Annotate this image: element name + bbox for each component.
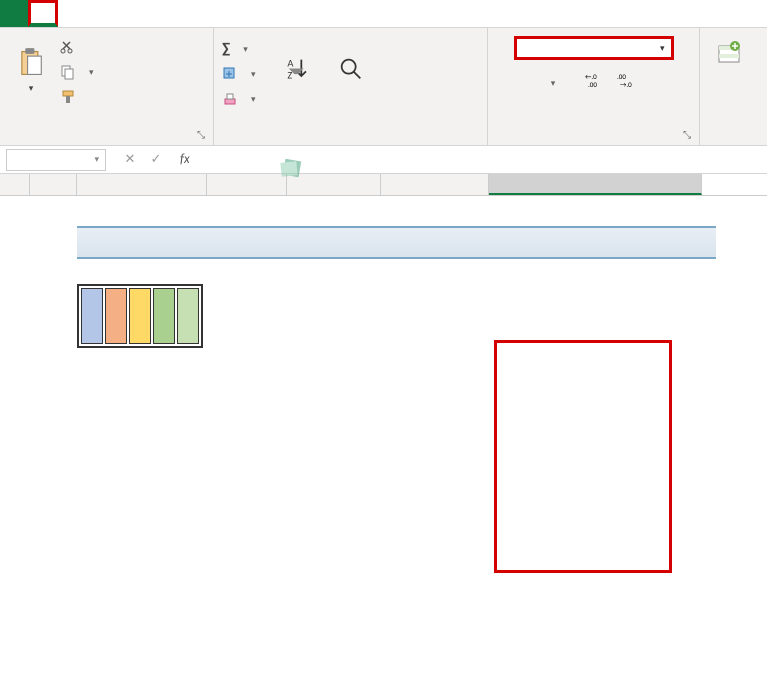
col-header-a[interactable] bbox=[30, 174, 77, 195]
insert-button[interactable] bbox=[708, 32, 752, 66]
chevron-down-icon: ▾ bbox=[660, 43, 665, 54]
th-percentage-ws bbox=[177, 288, 199, 344]
tab-developer[interactable] bbox=[142, 0, 170, 27]
worksheet-grid[interactable] bbox=[0, 174, 767, 196]
title-banner bbox=[77, 226, 716, 259]
tab-insert[interactable] bbox=[58, 0, 86, 27]
chevron-down-icon: ▾ bbox=[94, 154, 99, 165]
find-select-button[interactable] bbox=[328, 32, 374, 108]
copy-button[interactable] bbox=[60, 61, 94, 83]
select-all-corner[interactable] bbox=[0, 174, 30, 196]
paste-button[interactable]: ▾ bbox=[8, 32, 54, 108]
formula-bar: ▾ ✕ ✓ fx bbox=[0, 146, 767, 174]
name-box[interactable]: ▾ bbox=[6, 149, 106, 171]
number-launcher-icon[interactable]: ⤡ bbox=[683, 128, 691, 141]
tab-page-layout[interactable] bbox=[170, 0, 198, 27]
ribbon-tabs bbox=[0, 0, 767, 28]
autosum-button[interactable]: ∑ bbox=[222, 38, 256, 60]
clipboard-launcher-icon[interactable]: ⤡ bbox=[197, 128, 205, 141]
th-percentage bbox=[153, 288, 175, 344]
th-total bbox=[129, 288, 151, 344]
number-format-dropdown[interactable]: ▾ bbox=[514, 36, 674, 60]
increase-decimal-button[interactable]: ←.0.00 bbox=[585, 72, 607, 91]
decrease-decimal-button[interactable]: .00→.0 bbox=[617, 72, 639, 91]
cancel-formula-button[interactable]: ✕ bbox=[120, 152, 140, 167]
svg-text:.00: .00 bbox=[588, 80, 597, 88]
tab-formulas[interactable] bbox=[198, 0, 226, 27]
format-painter-button[interactable] bbox=[60, 86, 94, 108]
fx-icon[interactable]: fx bbox=[174, 152, 196, 167]
fill-button[interactable] bbox=[222, 63, 256, 85]
cut-button[interactable] bbox=[60, 36, 94, 58]
svg-text:→.0: →.0 bbox=[620, 80, 632, 88]
tab-home[interactable] bbox=[28, 0, 58, 27]
col-header-e[interactable] bbox=[381, 174, 489, 195]
tab-file[interactable] bbox=[0, 0, 28, 27]
tab-draw[interactable] bbox=[86, 0, 114, 27]
col-header-c[interactable] bbox=[207, 174, 287, 195]
col-header-b[interactable] bbox=[77, 174, 207, 195]
ribbon: ▾ ⤡ ∑ bbox=[0, 28, 767, 146]
tab-data[interactable] bbox=[114, 0, 142, 27]
clear-button[interactable] bbox=[222, 88, 256, 110]
data-table bbox=[77, 284, 203, 348]
sort-filter-button[interactable]: AZ bbox=[276, 32, 322, 108]
currency-button[interactable] bbox=[548, 73, 556, 90]
highlight-selection bbox=[494, 340, 672, 573]
th-obtain bbox=[105, 288, 127, 344]
accept-formula-button[interactable]: ✓ bbox=[146, 152, 166, 167]
col-header-f[interactable] bbox=[489, 174, 702, 195]
watermark bbox=[278, 158, 306, 178]
th-name bbox=[81, 288, 103, 344]
